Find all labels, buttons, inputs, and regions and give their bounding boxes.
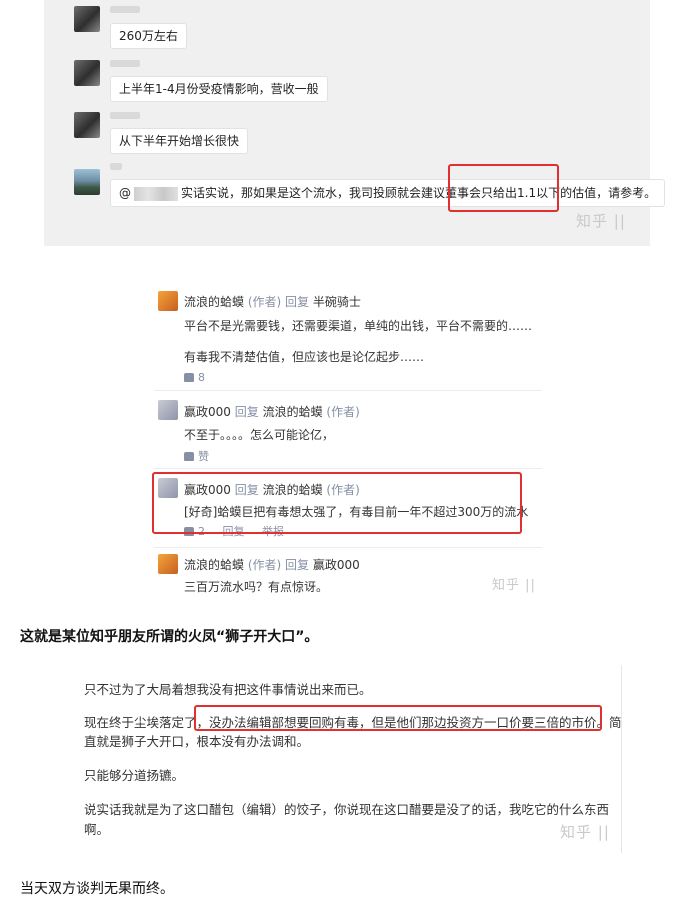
reply-target-username[interactable]: 流浪的蛤蟆 xyxy=(263,405,323,419)
reply-target-username[interactable]: 半碗骑士 xyxy=(313,295,361,309)
highlight-box xyxy=(152,472,522,534)
comment-header: 流浪的蛤蟆 (作者) 回复 赢政000 xyxy=(184,556,360,573)
divider xyxy=(154,468,542,469)
like-button[interactable]: 8 xyxy=(184,371,205,384)
like-button[interactable]: 赞 xyxy=(184,448,209,464)
message-bubble: 从下半年开始增长很快 xyxy=(110,128,249,154)
thumbs-up-icon xyxy=(184,373,194,382)
comment-header: 赢政000 回复 流浪的蛤蟆 (作者) xyxy=(184,403,360,420)
post-screenshot: 只不过为了大局着想我没有把这件事情说出来而已。 现在终于尘埃落定了，没办法编辑部… xyxy=(62,665,622,853)
comment-text: 平台不是光需要钱，还需要渠道，单纯的出钱，平台不需要的…… xyxy=(184,319,533,333)
blurred-nickname xyxy=(110,112,140,119)
comment-header: 流浪的蛤蟆 (作者) 回复 半碗骑士 xyxy=(184,293,361,310)
avatar xyxy=(158,291,178,311)
post-line: 直就是狮子大开口，根本没有办法调和。 xyxy=(84,734,310,749)
author-tag: (作者) xyxy=(247,558,282,572)
avatar xyxy=(74,169,100,195)
reply-label: 回复 xyxy=(234,405,259,419)
mention-symbol: @ xyxy=(119,186,131,200)
post-line: 啊。 xyxy=(84,822,110,837)
highlight-box xyxy=(448,164,559,212)
message-text: 实话实说，那如果是这个流水，我司投顾就会建议董事会只给出1.1以下的估值，请参考… xyxy=(181,186,657,200)
message-bubble: @ 实话实说，那如果是这个流水，我司投顾就会建议董事会只给出1.1以下的估值，请参… xyxy=(110,179,666,207)
divider xyxy=(154,390,542,391)
author-tag: (作者) xyxy=(326,405,360,419)
reply-label: 回复 xyxy=(285,295,310,309)
highlight-box xyxy=(194,705,602,731)
article-paragraph: 这就是某位知乎朋友所谓的火凤“狮子开大口”。 xyxy=(20,629,319,645)
avatar xyxy=(158,400,178,420)
reply-target-username[interactable]: 赢政000 xyxy=(313,558,360,572)
like-count: 赞 xyxy=(198,450,209,463)
comment-username[interactable]: 流浪的蛤蟆 xyxy=(184,558,244,572)
thumbs-up-icon xyxy=(184,452,194,461)
avatar xyxy=(74,6,100,32)
comment-username[interactable]: 流浪的蛤蟆 xyxy=(184,295,244,309)
article-paragraph: 当天双方谈判无果而终。 xyxy=(20,881,174,897)
comment-username[interactable]: 赢政000 xyxy=(184,405,231,419)
post-line: 说实话我就是为了这口醋包（编辑）的饺子，你说现在这口醋要是没了的话，我吃它的什么… xyxy=(84,802,610,817)
zhihu-watermark: 知乎 || xyxy=(576,212,626,230)
comment-text: 不至于。。。。怎么可能论亿， xyxy=(184,428,335,442)
divider xyxy=(154,547,542,548)
blurred-nickname xyxy=(110,60,140,67)
blurred-nickname xyxy=(110,163,122,170)
author-tag: (作者) xyxy=(247,295,282,309)
reply-label: 回复 xyxy=(285,558,310,572)
blurred-nickname xyxy=(110,6,140,13)
blurred-mention xyxy=(134,186,178,201)
message-bubble: 上半年1-4月份受疫情影响，营收一般 xyxy=(110,76,328,102)
like-count: 8 xyxy=(198,371,205,384)
comment-text: 有毒我不清楚估值，但应该也是论亿起步…… xyxy=(184,350,425,364)
zhihu-watermark: 知乎 || xyxy=(492,578,536,593)
chat-screenshot: 260万左右 上半年1-4月份受疫情影响，营收一般 从下半年开始增长很快 @ 实话… xyxy=(44,0,666,246)
avatar xyxy=(74,112,100,138)
comments-screenshot: 流浪的蛤蟆 (作者) 回复 半碗骑士 平台不是光需要钱，还需要渠道，单纯的出钱，… xyxy=(148,282,548,600)
zhihu-watermark: 知乎 || xyxy=(560,823,610,841)
post-line: 只不过为了大局着想我没有把这件事情说出来而已。 xyxy=(84,682,372,697)
avatar xyxy=(74,60,100,86)
comment-text: 三百万流水吗？有点惊讶。 xyxy=(184,580,329,594)
avatar xyxy=(158,554,178,574)
post-line: 只能够分道扬镳。 xyxy=(84,768,185,783)
message-bubble: 260万左右 xyxy=(110,23,187,49)
